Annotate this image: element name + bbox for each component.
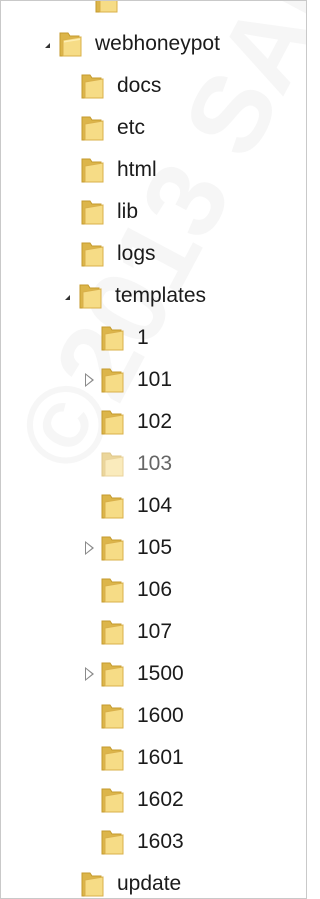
folder-icon [101, 830, 124, 855]
tree-node-label: 1601 [137, 746, 184, 769]
tree-node-update[interactable]: update [61, 869, 182, 898]
folder-icon [101, 620, 124, 645]
tree-node-lib[interactable]: lib [61, 197, 138, 227]
folder-icon [101, 452, 124, 477]
tree-node-templates[interactable]: templates [59, 281, 206, 311]
folder-icon [101, 704, 124, 729]
tree-node-label: 1600 [137, 704, 184, 727]
folder-icon [81, 74, 104, 99]
folder-icon [79, 284, 102, 309]
collapsed-arrow-icon[interactable] [81, 533, 97, 563]
folder-icon [81, 200, 104, 225]
folder-icon [101, 662, 124, 687]
tree-node-label: update [117, 872, 182, 895]
tree-node-template-1[interactable]: 1 [81, 323, 149, 353]
tree-node-html[interactable]: html [61, 155, 157, 185]
folder-icon [81, 158, 104, 183]
tree-node-label: docs [117, 74, 162, 97]
folder-icon [101, 368, 124, 393]
folder-icon [101, 494, 124, 519]
tree-node-template-1601[interactable]: 1601 [81, 743, 184, 773]
tree-node-label: html [117, 158, 157, 181]
folder-icon [101, 746, 124, 771]
tree-node-template-104[interactable]: 104 [81, 491, 172, 521]
folder-icon [101, 410, 124, 435]
tree-node-label: 104 [137, 494, 173, 517]
tree-node-label: 102 [137, 410, 173, 433]
folder-icon [81, 242, 104, 267]
expanded-arrow-icon[interactable] [39, 29, 55, 59]
tree-node-docs[interactable]: docs [61, 71, 161, 101]
tree-node-label: 103 [137, 452, 173, 475]
tree-node-label: webhoneypot [95, 32, 220, 55]
expanded-arrow-icon[interactable] [59, 281, 75, 311]
tree-node-template-101[interactable]: 101 [81, 365, 172, 395]
tree-node-template-1602[interactable]: 1602 [81, 785, 184, 815]
tree-node-template-106[interactable]: 106 [81, 575, 172, 605]
tree-node-logs[interactable]: logs [61, 239, 156, 269]
tree-node-template-103[interactable]: 103 [81, 449, 172, 479]
tree-node-partial-top[interactable] [75, 1, 121, 15]
tree-node-template-1600[interactable]: 1600 [81, 701, 184, 731]
tree-node-label: 107 [137, 620, 173, 643]
tree-node-label: lib [117, 200, 139, 223]
tree-node-etc[interactable]: etc [61, 113, 145, 143]
tree-node-label: templates [115, 284, 207, 307]
tree-node-template-1500[interactable]: 1500 [81, 659, 184, 689]
folder-icon [95, 1, 118, 13]
tree-node-webhoneypot[interactable]: webhoneypot [39, 29, 220, 59]
folder-icon [81, 116, 104, 141]
tree-node-label: 1603 [137, 830, 184, 853]
folder-tree-panel: ©2013 SANS Institute webhoneypot docs [0, 0, 307, 899]
folder-icon [101, 536, 124, 561]
tree-node-label: 1500 [137, 662, 184, 685]
tree-node-label: etc [117, 116, 146, 139]
tree-node-template-102[interactable]: 102 [81, 407, 172, 437]
tree-node-template-107[interactable]: 107 [81, 617, 172, 647]
folder-icon [101, 578, 124, 603]
folder-icon [59, 32, 82, 57]
tree-node-label: logs [117, 242, 156, 265]
tree-node-template-1603[interactable]: 1603 [81, 827, 184, 857]
folder-icon [101, 788, 124, 813]
tree-node-label: 106 [137, 578, 173, 601]
folder-icon [101, 326, 124, 351]
tree-node-label: 1602 [137, 788, 184, 811]
collapsed-arrow-icon[interactable] [81, 365, 97, 395]
tree-node-label: 105 [137, 536, 173, 559]
folder-icon [81, 872, 104, 897]
tree-node-template-105[interactable]: 105 [81, 533, 172, 563]
tree-node-label: 101 [137, 368, 173, 391]
tree-node-label: 1 [137, 326, 149, 349]
collapsed-arrow-icon[interactable] [81, 659, 97, 689]
